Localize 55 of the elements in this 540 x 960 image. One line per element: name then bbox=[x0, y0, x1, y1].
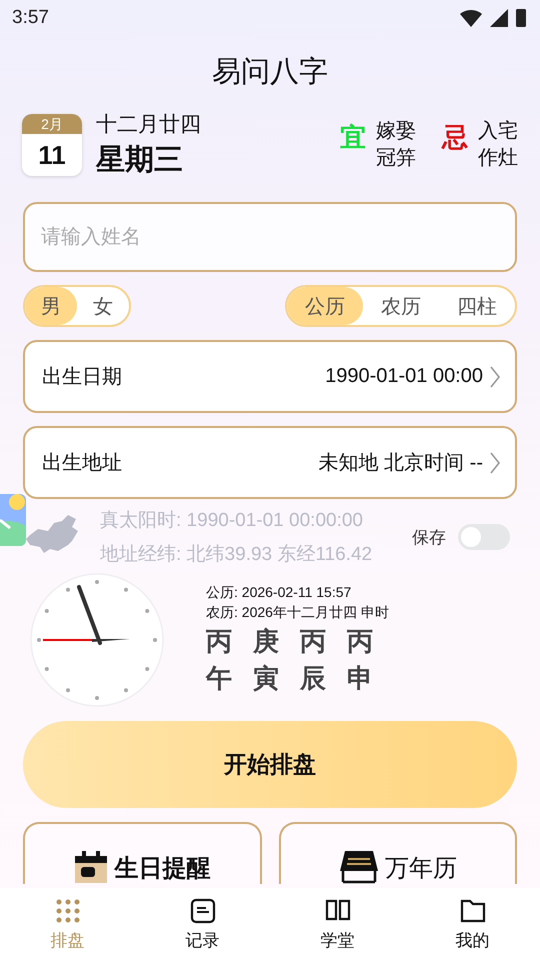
save-label: 保存 bbox=[412, 526, 446, 548]
solar-info-text: 地址经纬: 北纬39.93 东经116.42 bbox=[100, 543, 374, 567]
calendar-type-option[interactable]: 农历 bbox=[363, 287, 439, 325]
almanac-item: 嫁娶 bbox=[376, 119, 416, 144]
app-title: 易问八字 bbox=[211, 55, 329, 90]
chevron-icon bbox=[489, 452, 501, 474]
signal-icon bbox=[490, 9, 508, 27]
almanac-label: 忌 bbox=[442, 121, 468, 154]
row-value: 未知地 北京时间 -- bbox=[318, 451, 483, 476]
lunar-date: 十二月廿四 bbox=[96, 112, 202, 138]
stem-char: 丙 bbox=[300, 625, 326, 658]
name-field[interactable]: 请输入姓名 bbox=[23, 202, 517, 272]
stem-char: 丙 bbox=[206, 625, 232, 658]
branch-char: 辰 bbox=[300, 662, 326, 695]
shortcut-card[interactable]: 生日提醒 bbox=[23, 822, 262, 884]
calendar-icon bbox=[74, 850, 108, 884]
picker-row[interactable]: 出生日期 1990-01-01 00:00 bbox=[23, 340, 517, 413]
almanac-icon bbox=[338, 850, 379, 884]
row-value: 1990-01-01 00:00 bbox=[325, 365, 483, 388]
lunar-now: 农历: 2026年十二月廿四 申时 bbox=[206, 604, 389, 622]
gender-option[interactable]: 男 bbox=[25, 287, 77, 325]
row-label: 出生地址 bbox=[42, 451, 123, 476]
grid-icon bbox=[54, 896, 82, 924]
nav-tab[interactable]: 学堂 bbox=[270, 888, 405, 960]
branch-char: 寅 bbox=[253, 662, 279, 695]
save-switch[interactable] bbox=[458, 524, 510, 550]
weekday: 星期三 bbox=[96, 143, 184, 178]
nav-tab[interactable]: 我的 bbox=[405, 888, 540, 960]
almanac-label: 宜 bbox=[340, 121, 366, 154]
calendar-month: 2月 bbox=[22, 114, 82, 134]
almanac-item: 入宅 bbox=[478, 119, 518, 144]
battery-icon bbox=[516, 9, 526, 27]
stem-char: 丙 bbox=[347, 625, 373, 658]
stem-char: 庚 bbox=[253, 625, 279, 658]
chevron-icon bbox=[489, 366, 501, 388]
gender-option[interactable]: 女 bbox=[77, 287, 129, 325]
solar-info-text: 真太阳时: 1990-01-01 00:00:00 bbox=[100, 509, 364, 533]
status-time: 3:57 bbox=[12, 7, 49, 29]
start-button[interactable]: 开始排盘 bbox=[23, 721, 517, 808]
clock-icon bbox=[30, 573, 164, 707]
note-icon bbox=[188, 896, 216, 924]
nav-tab[interactable]: 记录 bbox=[135, 888, 270, 960]
almanac-item: 冠笄 bbox=[376, 146, 416, 171]
row-label: 出生日期 bbox=[42, 365, 123, 390]
gallery-icon[interactable] bbox=[0, 492, 28, 548]
picker-row[interactable]: 出生地址 未知地 北京时间 -- bbox=[23, 426, 517, 499]
branch-char: 申 bbox=[347, 662, 373, 695]
calendar-day: 11 bbox=[22, 134, 82, 176]
calendar-type-option[interactable]: 公历 bbox=[287, 287, 363, 325]
gregorian-now: 公历: 2026-02-11 15:57 bbox=[206, 584, 352, 602]
wifi-icon bbox=[460, 9, 482, 27]
branch-char: 午 bbox=[206, 662, 232, 695]
almanac-item: 作灶 bbox=[478, 146, 518, 171]
shortcut-card[interactable]: 万年历 bbox=[278, 822, 517, 884]
calendar-type-option[interactable]: 四柱 bbox=[439, 287, 515, 325]
